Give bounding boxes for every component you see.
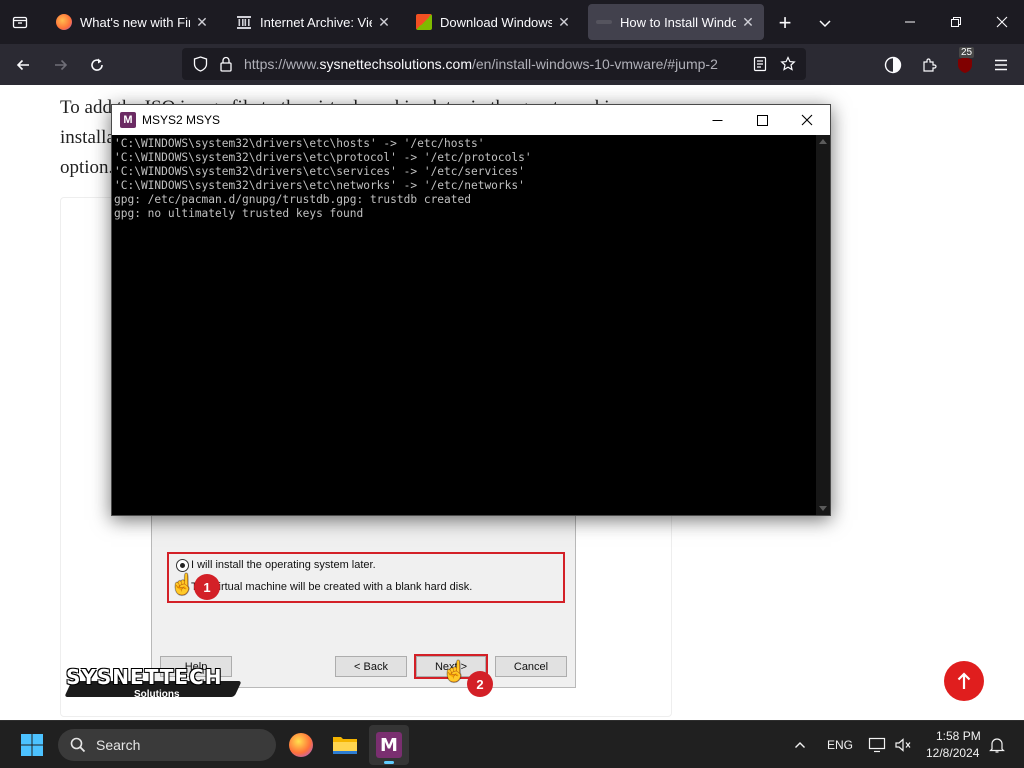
terminal-maximize-icon[interactable] — [739, 105, 785, 135]
start-windows-icon[interactable] — [12, 725, 52, 765]
window-close-icon[interactable] — [980, 8, 1024, 36]
sync-account-icon[interactable] — [880, 52, 906, 78]
tracking-protection-shield-icon[interactable] — [190, 54, 210, 74]
url-bar[interactable]: https://www.sysnettechsolutions.com/en/i… — [182, 48, 806, 80]
terminal-titlebar[interactable]: M MSYS2 MSYS — [112, 105, 830, 135]
taskbar-msys2-icon[interactable]: M — [369, 725, 409, 765]
windows-taskbar: Search M ENG 1:58 PM 12/8/2024 — [0, 720, 1024, 768]
network-icon[interactable] — [866, 733, 888, 757]
taskbar-search[interactable]: Search — [58, 729, 276, 761]
app-menu-hamburger-icon[interactable] — [988, 52, 1014, 78]
terminal-line: gpg: no ultimately trusted keys found — [114, 207, 364, 220]
wizard-cancel-button[interactable]: Cancel — [495, 656, 567, 677]
extension-badge: 25 — [959, 47, 975, 58]
forward-arrow-icon[interactable] — [48, 52, 74, 78]
logo-text: SYSNETTECH — [66, 665, 223, 689]
taskbar-firefox-icon[interactable] — [281, 725, 321, 765]
sysnettech-logo: SYSNETTECH Solutions — [62, 663, 242, 713]
terminal-line: 'C:\WINDOWS\system32\drivers\etc\hosts' … — [114, 137, 485, 150]
tab-internet-archive[interactable]: Internet Archive: View / ✕ — [228, 4, 400, 40]
tab-close-icon[interactable]: ✕ — [556, 14, 572, 31]
tab-title: Download Windows 10 — [440, 14, 552, 30]
scroll-to-top-button[interactable] — [944, 661, 984, 701]
window-minimize-icon[interactable] — [888, 8, 932, 36]
volume-muted-icon[interactable] — [892, 733, 914, 757]
step-badge-1: 1 — [194, 574, 220, 600]
tab-close-icon[interactable]: ✕ — [740, 14, 756, 31]
clock-date[interactable]: 12/8/2024 — [926, 746, 979, 760]
terminal-scrollbar[interactable] — [816, 135, 830, 515]
msys2-terminal-window[interactable]: M MSYS2 MSYS 'C:\WINDOWS\system32\driver… — [111, 104, 831, 516]
tab-how-to-install-windows[interactable]: How to Install Window ✕ — [588, 4, 764, 40]
browser-navbar: https://www.sysnettechsolutions.com/en/i… — [0, 44, 1024, 85]
search-icon — [70, 737, 86, 753]
logo-subtext: Solutions — [134, 689, 180, 700]
windows-media-favicon-icon — [416, 14, 432, 30]
back-arrow-icon[interactable] — [10, 52, 36, 78]
tab-title: What's new with Firefo — [80, 14, 190, 30]
tab-title: Internet Archive: View / — [260, 14, 372, 30]
wizard-back-button[interactable]: < Back — [335, 656, 407, 677]
archive-favicon-icon — [236, 14, 252, 30]
tab-overview-icon[interactable] — [8, 10, 32, 34]
terminal-line: gpg: /etc/pacman.d/gnupg/trustdb.gpg: tr… — [114, 193, 471, 206]
blank-disk-description: The virtual machine will be created with… — [191, 581, 473, 593]
bookmark-star-icon[interactable] — [778, 54, 798, 74]
tab-download-windows[interactable]: Download Windows 10 ✕ — [408, 4, 580, 40]
hand-cursor-icon: ☝ — [170, 574, 195, 596]
tab-close-icon[interactable]: ✕ — [376, 14, 392, 31]
msys2-app-icon: M — [120, 112, 136, 128]
vmware-wizard-screenshot: I will install the operating system late… — [151, 510, 576, 697]
scroll-up-arrow-icon[interactable] — [819, 139, 827, 144]
lock-icon[interactable] — [216, 54, 236, 74]
ublock-extension-icon[interactable]: 25 — [952, 47, 978, 78]
terminal-line: 'C:\WINDOWS\system32\drivers\etc\service… — [114, 165, 525, 178]
step-badge-2: 2 — [467, 671, 493, 697]
tab-close-icon[interactable]: ✕ — [194, 14, 210, 31]
notification-bell-icon[interactable] — [986, 733, 1008, 757]
firefox-favicon-icon — [56, 14, 72, 30]
clock-time[interactable]: 1:58 PM — [936, 729, 981, 743]
list-all-tabs-chevron-icon[interactable] — [812, 10, 838, 36]
new-tab-plus-icon[interactable]: + — [772, 10, 798, 36]
tab-title: How to Install Window — [620, 14, 736, 30]
reload-icon[interactable] — [84, 52, 110, 78]
terminal-minimize-icon[interactable] — [694, 105, 740, 135]
highlight-option-box: I will install the operating system late… — [167, 552, 565, 603]
search-placeholder: Search — [96, 737, 141, 753]
install-later-label: I will install the operating system late… — [191, 559, 376, 571]
tray-overflow-chevron-icon[interactable] — [788, 733, 812, 757]
extensions-puzzle-icon[interactable] — [916, 52, 942, 78]
scroll-down-arrow-icon[interactable] — [819, 506, 827, 511]
url-text: https://www.sysnettechsolutions.com/en/i… — [244, 56, 718, 72]
window-restore-icon[interactable] — [934, 8, 978, 36]
site-favicon-icon — [596, 20, 612, 24]
terminal-close-icon[interactable] — [784, 105, 830, 135]
install-later-radio[interactable] — [176, 559, 189, 572]
terminal-title: MSYS2 MSYS — [142, 113, 221, 127]
hand-cursor-icon: ☝ — [442, 661, 467, 683]
reader-view-icon[interactable] — [750, 54, 770, 74]
terminal-output[interactable]: 'C:\WINDOWS\system32\drivers\etc\hosts' … — [114, 137, 816, 515]
terminal-line: 'C:\WINDOWS\system32\drivers\etc\network… — [114, 179, 525, 192]
terminal-line: 'C:\WINDOWS\system32\drivers\etc\protoco… — [114, 151, 532, 164]
tab-whats-new-firefox[interactable]: What's new with Firefo ✕ — [48, 4, 218, 40]
browser-tabstrip: What's new with Firefo ✕ Internet Archiv… — [0, 0, 1024, 44]
taskbar-file-explorer-icon[interactable] — [325, 725, 365, 765]
language-indicator[interactable]: ENG — [827, 738, 853, 752]
